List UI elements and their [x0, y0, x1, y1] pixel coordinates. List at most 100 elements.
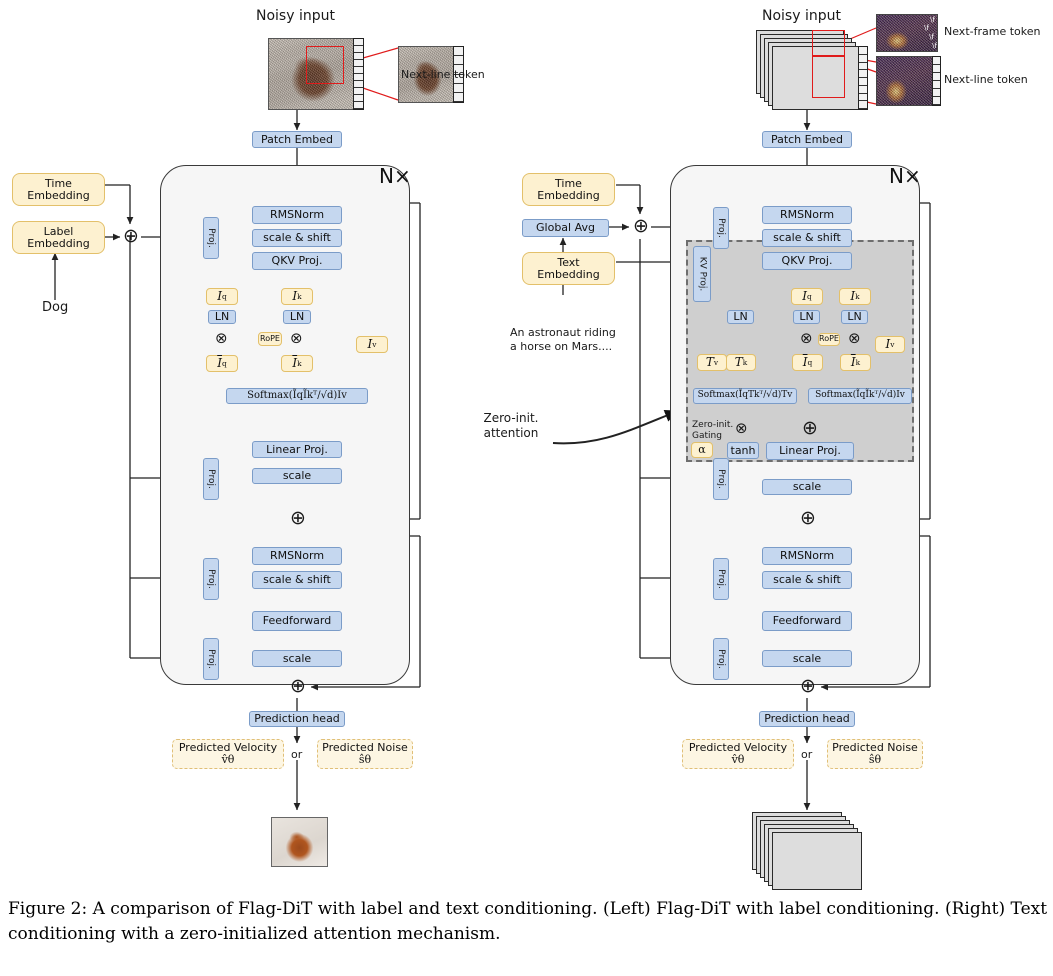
right-proj-chip-3-label: Proj. — [716, 569, 727, 589]
right-scale-2[interactable]: scale — [762, 650, 852, 667]
left-output-image — [271, 817, 328, 867]
left-proj-chip-4-label: Proj. — [206, 649, 217, 669]
right-next-line-token-label: Next-line token — [944, 73, 1028, 86]
left-time-embedding-box[interactable]: Time Embedding — [12, 173, 105, 206]
right-prediction-head[interactable]: Prediction head — [759, 711, 855, 727]
right-or-label: or — [801, 748, 813, 761]
right-linear-proj[interactable]: Linear Proj. — [766, 442, 854, 460]
right-ln-k[interactable]: LN — [841, 310, 868, 324]
right-proj-chip-1-label: Proj. — [716, 218, 727, 238]
right-next-frame-detail-image: \f \f \f \f — [876, 14, 938, 52]
right-token-iq-tilde: Iq — [792, 354, 823, 371]
left-qkv-proj[interactable]: QKV Proj. — [252, 252, 342, 270]
left-next-line-token-label: Next-line token — [401, 68, 485, 81]
right-qkv-proj[interactable]: QKV Proj. — [762, 252, 852, 270]
token-glyph-f-3: \f — [929, 33, 934, 41]
left-rmsnorm-2[interactable]: RMSNorm — [252, 547, 342, 565]
right-proj-chip-4[interactable]: Proj. — [713, 638, 729, 680]
figure-caption: Figure 2: A comparison of Flag-DiT with … — [8, 899, 1048, 944]
right-text-embedding-box[interactable]: Text Embedding — [522, 252, 615, 285]
left-token-iq: Iq — [206, 288, 238, 305]
right-time-embedding-label: Time Embedding — [537, 176, 600, 202]
right-zoom-token-strip — [932, 56, 941, 106]
token-glyph-f-1: \f — [930, 16, 935, 24]
left-token-ik-tilde: Ik — [281, 355, 313, 372]
right-rmsnorm-2[interactable]: RMSNorm — [762, 547, 852, 565]
left-proj-chip-3-label: Proj. — [206, 569, 217, 589]
right-line-zoom-region-box — [812, 56, 845, 98]
left-prediction-head[interactable]: Prediction head — [249, 711, 345, 727]
left-proj-chip-3[interactable]: Proj. — [203, 558, 219, 600]
right-scale-1[interactable]: scale — [762, 479, 852, 495]
left-scale-2[interactable]: scale — [252, 650, 342, 667]
right-token-iq: Iq — [791, 288, 823, 305]
left-linear-proj[interactable]: Linear Proj. — [252, 441, 342, 458]
right-token-tk: Tk — [726, 354, 756, 371]
right-ln-q[interactable]: LN — [793, 310, 820, 324]
right-frame-zoom-region-box — [812, 30, 845, 56]
left-scale-shift-1[interactable]: scale & shift — [252, 229, 342, 247]
right-proj-chip-3[interactable]: Proj. — [713, 558, 729, 600]
left-ln-q[interactable]: LN — [208, 310, 236, 324]
left-rope-box: RoPE — [258, 332, 282, 346]
left-or-label: or — [291, 748, 303, 761]
right-mult-node-q: ⊗ — [800, 329, 813, 347]
tanh-box[interactable]: tanh — [727, 442, 759, 459]
right-mult-node-k: ⊗ — [848, 329, 861, 347]
right-time-embedding-box[interactable]: Time Embedding — [522, 173, 615, 206]
right-ln-text[interactable]: LN — [727, 310, 754, 324]
left-zoom-region-box — [306, 46, 344, 84]
token-glyph-f-2: \f — [924, 24, 929, 32]
left-scale-1[interactable]: scale — [252, 468, 342, 484]
right-proj-chip-2-label: Proj. — [716, 469, 727, 489]
alpha-box: α — [691, 442, 713, 458]
zero-init-attention-annotation: Zero-init. attention — [483, 411, 539, 440]
right-proj-chip-4-label: Proj. — [716, 649, 727, 669]
right-predicted-velocity-box: Predicted Velocity v̂θ — [682, 739, 794, 769]
left-token-iv: Iv — [356, 336, 388, 353]
left-predicted-velocity-box: Predicted Velocity v̂θ — [172, 739, 284, 769]
right-scale-shift-1[interactable]: scale & shift — [762, 229, 852, 247]
zero-init-gating-mult: ⊗ — [735, 419, 748, 437]
left-proj-chip-1[interactable]: Proj. — [203, 217, 219, 259]
left-proj-chip-2-label: Proj. — [206, 469, 217, 489]
softmax-image-box: Softmax(ĨqĨkᵀ/√d)Iv — [808, 388, 912, 404]
left-mult-node-k: ⊗ — [290, 329, 303, 347]
right-next-line-detail-image — [876, 56, 934, 106]
right-predicted-noise-symbol: ŝθ — [868, 753, 882, 766]
right-rope-box: RoPE — [818, 333, 840, 346]
right-patch-embed-box[interactable]: Patch Embed — [762, 131, 852, 148]
right-feedforward[interactable]: Feedforward — [762, 611, 852, 631]
token-glyph-f-4: \f — [932, 42, 937, 50]
right-token-tv: Tv — [697, 354, 727, 371]
left-mult-node-q: ⊗ — [215, 329, 228, 347]
right-predicted-noise-box: Predicted Noise ŝθ — [827, 739, 923, 769]
right-noisy-input-label: Noisy input — [762, 8, 841, 24]
kv-proj-chip-label: KV Proj. — [697, 256, 707, 292]
left-label-embedding-label: Label Embedding — [27, 224, 90, 250]
left-rmsnorm-1[interactable]: RMSNorm — [252, 206, 342, 224]
right-add-node-1: ⊕ — [633, 215, 649, 237]
global-avg-box[interactable]: Global Avg — [522, 219, 609, 237]
kv-proj-chip[interactable]: KV Proj. — [693, 246, 711, 302]
left-feedforward[interactable]: Feedforward — [252, 611, 342, 631]
left-softmax-box: Softmax(ĨqĨkᵀ/√d)Iv — [226, 388, 368, 404]
left-predicted-velocity-symbol: v̂θ — [221, 753, 235, 766]
right-token-iv: Iv — [875, 336, 905, 353]
figure-2-diagram: Noisy input Next-line token Patch Embed … — [0, 0, 1053, 890]
right-scale-shift-2[interactable]: scale & shift — [762, 571, 852, 589]
right-proj-chip-2[interactable]: Proj. — [713, 458, 729, 500]
left-proj-chip-1-label: Proj. — [206, 228, 217, 248]
left-proj-chip-4[interactable]: Proj. — [203, 638, 219, 680]
left-scale-shift-2[interactable]: scale & shift — [252, 571, 342, 589]
left-next-line-token-strip — [353, 38, 364, 110]
left-patch-embed-box[interactable]: Patch Embed — [252, 131, 342, 148]
left-ln-k[interactable]: LN — [283, 310, 311, 324]
right-rmsnorm-1[interactable]: RMSNorm — [762, 206, 852, 224]
left-predicted-noise-box: Predicted Noise ŝθ — [317, 739, 413, 769]
left-proj-chip-2[interactable]: Proj. — [203, 458, 219, 500]
right-proj-chip-1[interactable]: Proj. — [713, 207, 729, 249]
left-token-ik: Ik — [281, 288, 313, 305]
left-label-embedding-box[interactable]: Label Embedding — [12, 221, 105, 254]
left-predicted-noise-symbol: ŝθ — [358, 753, 372, 766]
